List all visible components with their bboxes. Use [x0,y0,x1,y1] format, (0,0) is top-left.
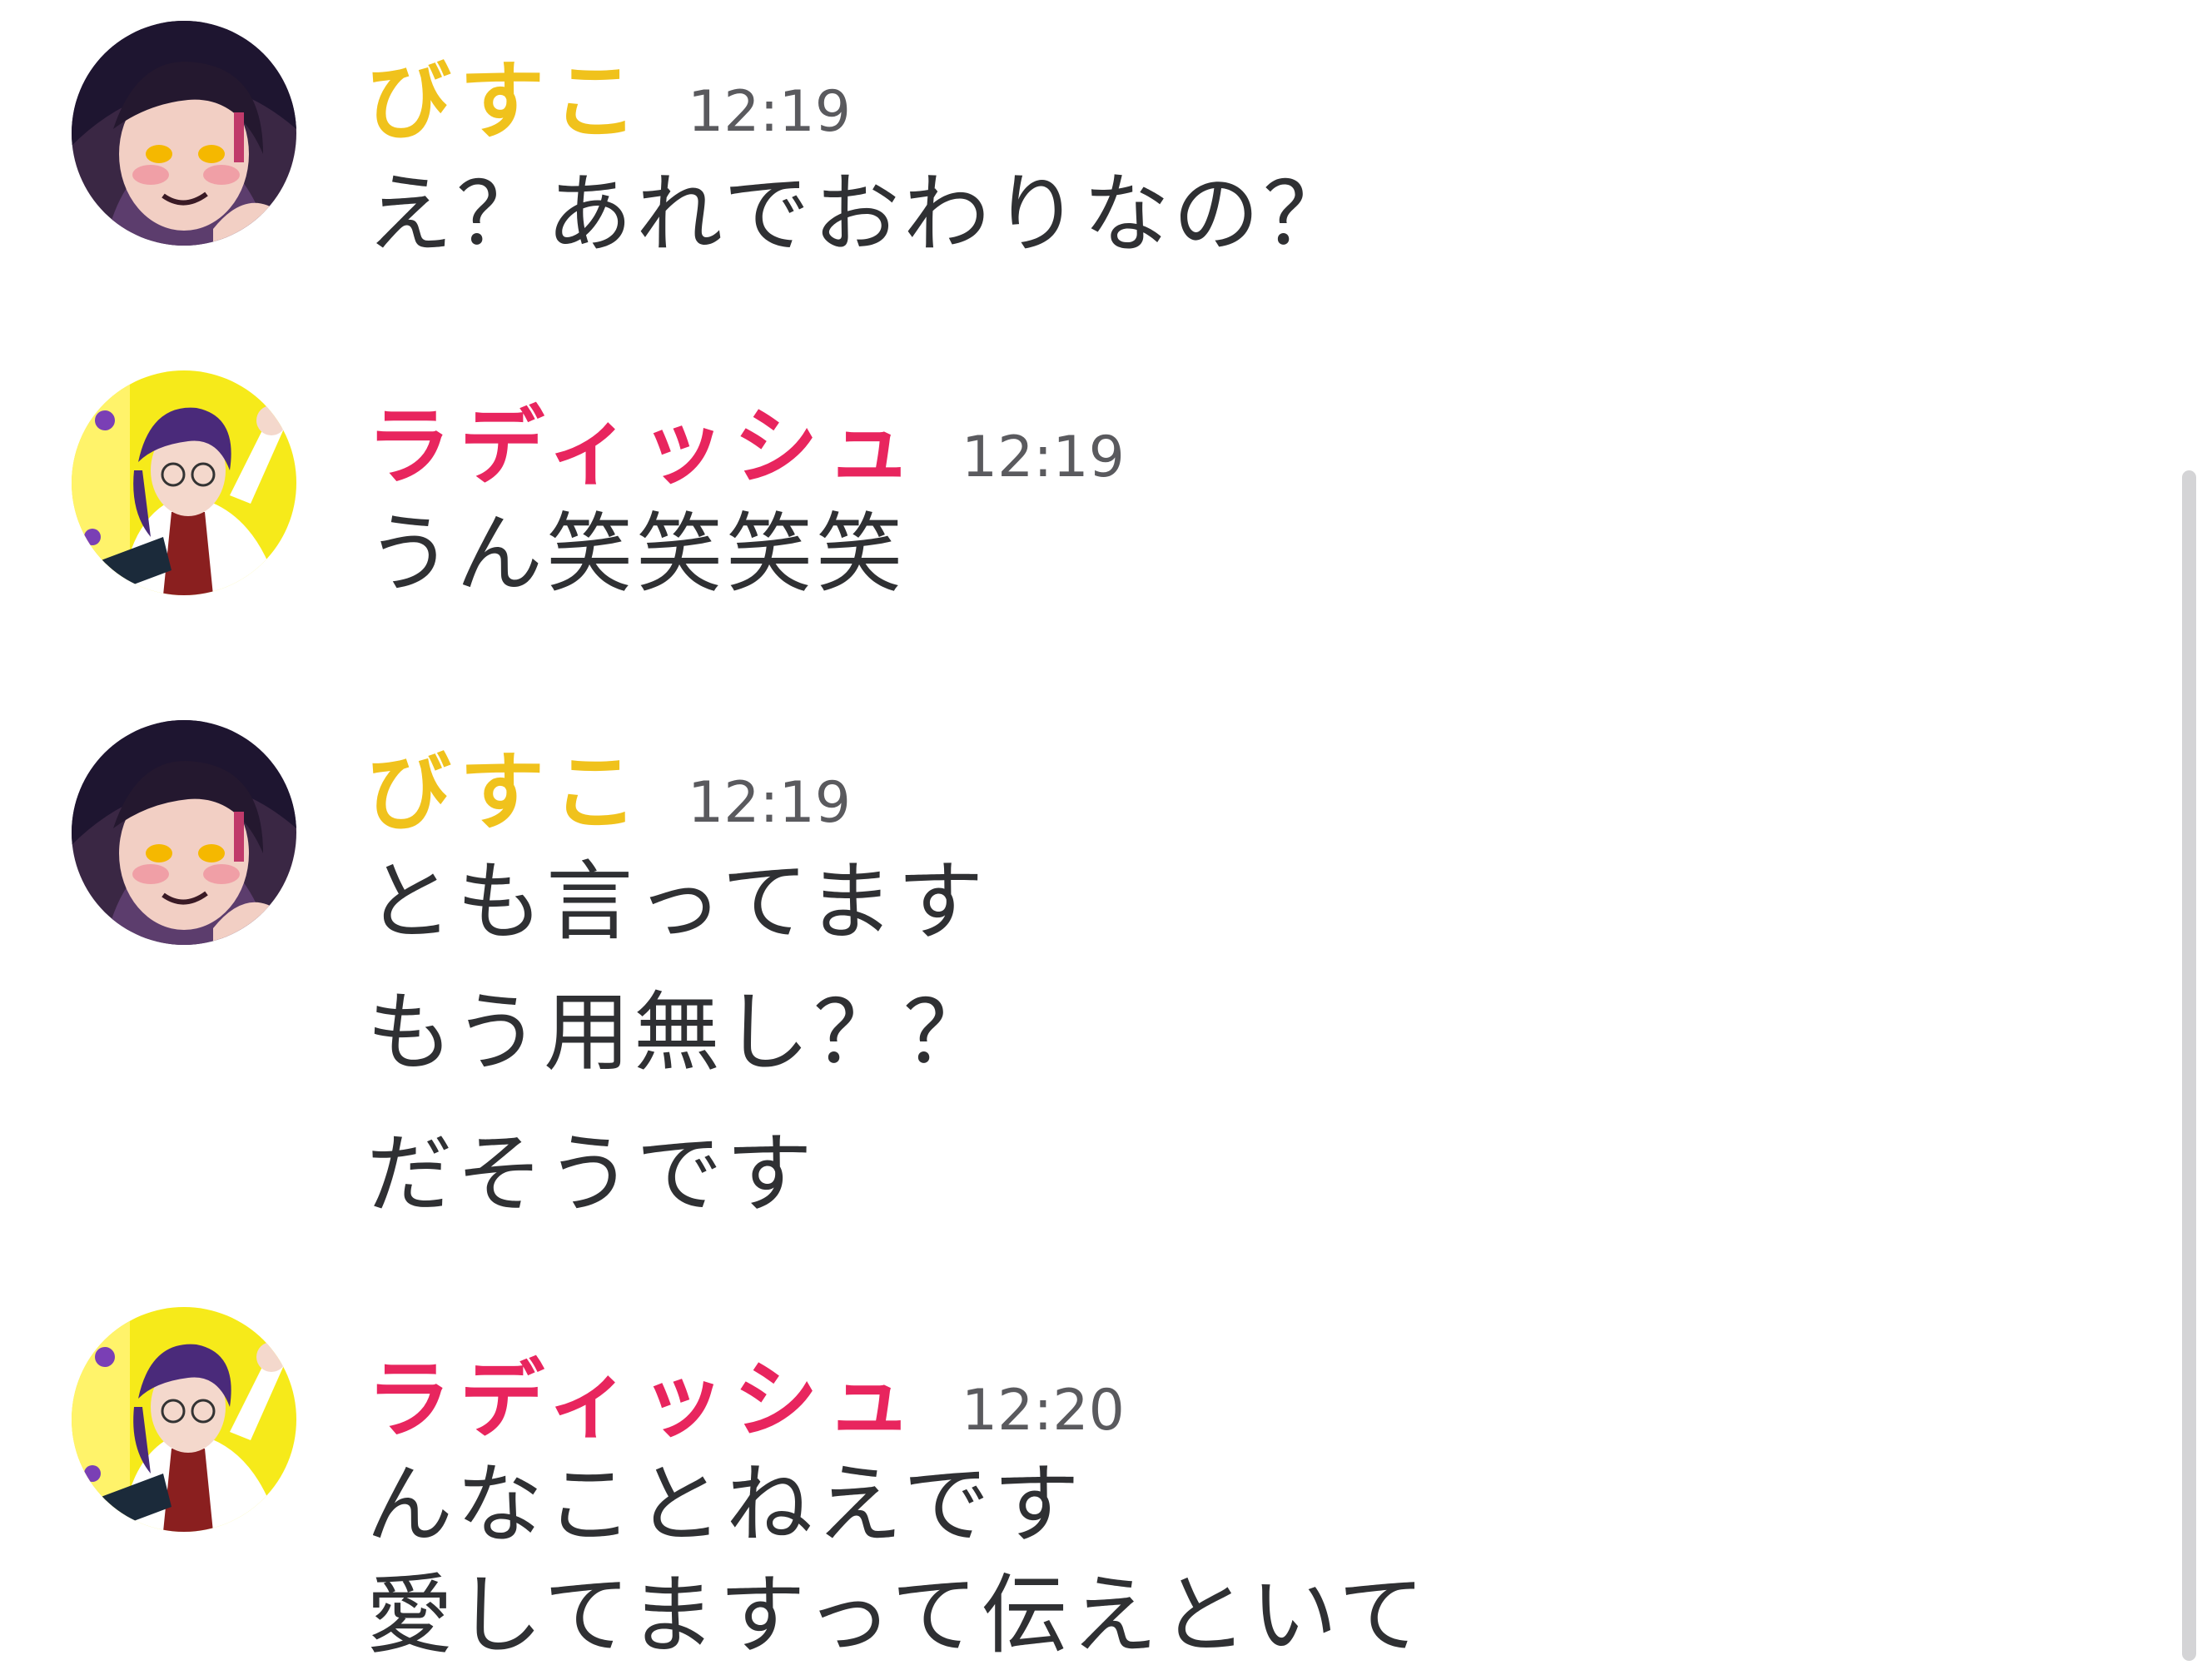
radish-avatar[interactable] [72,370,296,595]
message-text: とも言ってます [366,851,987,952]
message-text: もう用無し？？ [366,982,993,1083]
message-header: びすこ 12:19 [366,33,851,156]
radish-avatar[interactable] [72,1307,296,1532]
message-text: んなことねえです [366,1454,1083,1555]
message-text: え？あれでおわりなの？ [366,163,1353,265]
message-header: びすこ 12:19 [366,724,851,847]
author-name[interactable]: びすこ [366,743,646,842]
scrollbar[interactable] [2179,0,2200,1661]
message-timestamp: 12:19 [688,770,851,836]
scrollbar-thumb[interactable] [2182,470,2196,1661]
message-timestamp: 12:19 [688,79,851,145]
chat-log: びすこ 12:19 え？あれでおわりなの？ ラディッシュ 12:19 うん笑笑笑… [0,0,2181,1666]
message-text: 愛してますって伝えといて [366,1564,1429,1666]
bisuko-avatar[interactable] [72,21,296,246]
message-text: うん笑笑笑笑 [366,503,907,604]
message-text: だそうです [366,1123,817,1225]
message-timestamp: 12:19 [961,425,1125,490]
bisuko-avatar[interactable] [72,720,296,945]
author-name[interactable]: びすこ [366,52,646,152]
